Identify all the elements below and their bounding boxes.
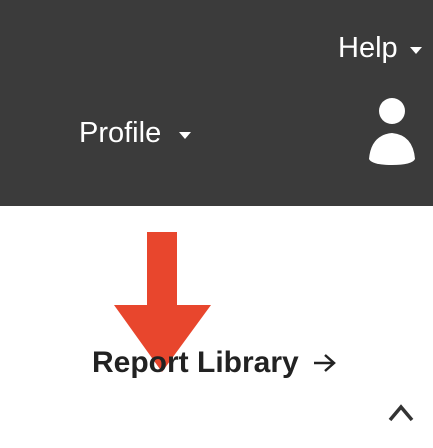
chevron-right-icon <box>313 354 336 372</box>
profile-menu-label: Profile <box>79 117 162 149</box>
profile-menu[interactable]: Profile <box>79 117 192 149</box>
report-library-label: Report Library <box>92 346 299 379</box>
caret-down-icon <box>409 47 422 54</box>
report-library-link[interactable]: Report Library <box>92 348 337 378</box>
caret-down-icon <box>179 132 192 139</box>
help-menu[interactable]: Help <box>338 34 422 63</box>
top-nav-bar: Help Profile <box>0 0 433 206</box>
user-icon[interactable] <box>368 97 416 167</box>
help-menu-label: Help <box>338 32 398 64</box>
chevron-up-icon[interactable] <box>388 403 414 423</box>
